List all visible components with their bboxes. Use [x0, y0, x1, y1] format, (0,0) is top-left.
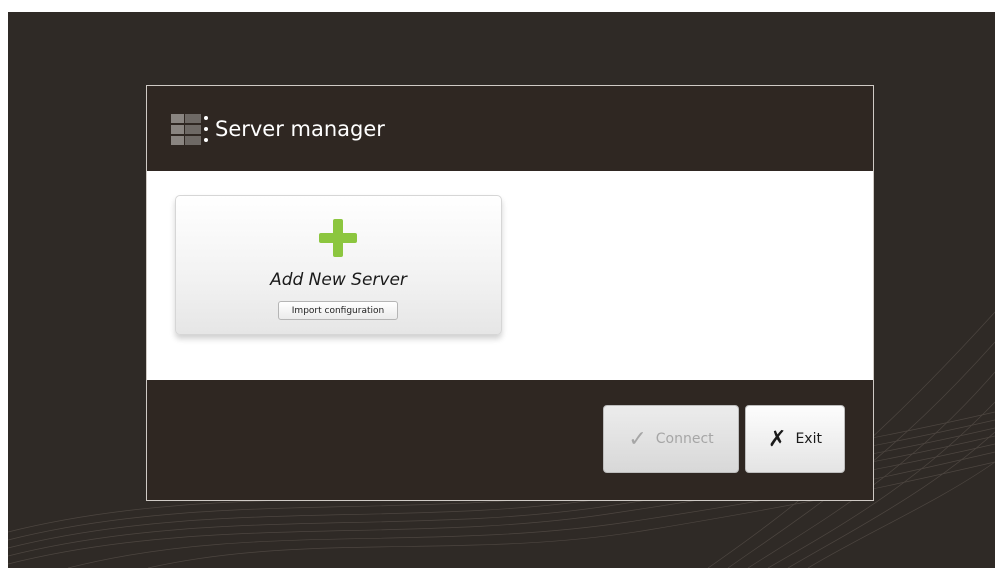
server-list-icon: [171, 114, 208, 145]
plus-icon: [319, 219, 357, 257]
dialog-title: Server manager: [215, 117, 385, 141]
import-configuration-button[interactable]: Import configuration: [278, 301, 398, 320]
dialog-header: Server manager: [147, 86, 873, 171]
x-icon: ✗: [768, 426, 787, 452]
exit-label: Exit: [795, 431, 822, 447]
add-new-server-label: Add New Server: [270, 270, 407, 290]
app-background: Server manager Add New Server Import con…: [8, 12, 995, 568]
exit-button[interactable]: ✗ Exit: [745, 405, 845, 473]
server-list-area: Add New Server Import configuration: [147, 171, 873, 380]
server-manager-dialog: Server manager Add New Server Import con…: [146, 85, 874, 501]
connect-button[interactable]: ✓ Connect: [603, 405, 739, 473]
dialog-footer: ✓ Connect ✗ Exit: [147, 380, 873, 500]
connect-label: Connect: [655, 431, 714, 447]
checkmark-icon: ✓: [628, 426, 647, 452]
add-new-server-card[interactable]: Add New Server Import configuration: [175, 195, 502, 335]
